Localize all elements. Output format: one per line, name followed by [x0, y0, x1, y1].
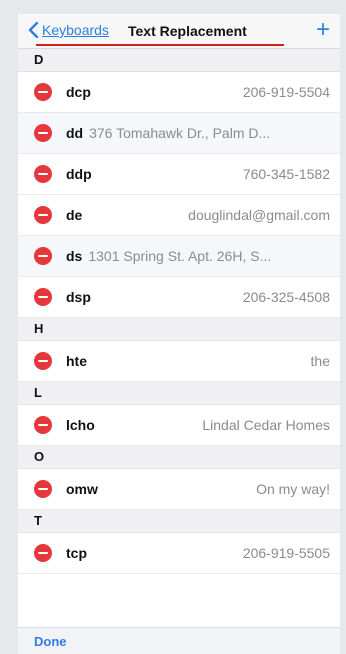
phrase-text: 760-345-1582 — [242, 166, 330, 182]
delete-minus-icon[interactable] — [34, 206, 52, 224]
delete-minus-icon[interactable] — [34, 480, 52, 498]
delete-minus-icon[interactable] — [34, 124, 52, 142]
annotation-underline — [36, 44, 284, 46]
shortcut-text: hte — [66, 353, 87, 369]
phrase-text: Lindal Cedar Homes — [202, 417, 330, 433]
shortcut-text: dcp — [66, 84, 91, 100]
list-item[interactable]: de douglindal@gmail.com — [18, 195, 340, 236]
navigation-bar: Keyboards Text Replacement + — [18, 14, 340, 49]
delete-minus-icon[interactable] — [34, 416, 52, 434]
bottom-toolbar: Done — [18, 627, 340, 654]
list-item[interactable]: tcp 206-919-5505 — [18, 533, 340, 574]
replacement-list: Ddcp 206-919-5504 dd 376 Tomahawk Dr., Palm… — [18, 49, 340, 574]
done-button[interactable]: Done — [34, 634, 67, 649]
shortcut-text: ds — [66, 248, 83, 264]
phrase-text: 206-919-5504 — [242, 84, 330, 100]
section-header: H — [18, 318, 340, 341]
phrase-text: 1301 Spring St. Apt. 26H, S... — [88, 248, 272, 264]
section-header: L — [18, 382, 340, 405]
phrase-text: On my way! — [256, 481, 330, 497]
phrase-text: 376 Tomahawk Dr., Palm D... — [89, 125, 271, 141]
back-button[interactable]: Keyboards — [28, 22, 109, 38]
delete-minus-icon[interactable] — [34, 165, 52, 183]
list-item[interactable]: hte the — [18, 341, 340, 382]
list-item[interactable]: dsp 206-325-4508 — [18, 277, 340, 318]
page-title: Text Replacement — [128, 23, 247, 39]
list-item[interactable]: omw On my way! — [18, 469, 340, 510]
shortcut-text: lcho — [66, 417, 95, 433]
shortcut-text: omw — [66, 481, 98, 497]
shortcut-text: dsp — [66, 289, 91, 305]
list-item[interactable]: dd 376 Tomahawk Dr., Palm D... — [18, 113, 340, 154]
delete-minus-icon[interactable] — [34, 352, 52, 370]
shortcut-text: de — [66, 207, 83, 223]
list-item[interactable]: ds 1301 Spring St. Apt. 26H, S... — [18, 236, 340, 277]
delete-minus-icon[interactable] — [34, 83, 52, 101]
phrase-text: 206-325-4508 — [242, 289, 330, 305]
list-item[interactable]: ddp 760-345-1582 — [18, 154, 340, 195]
delete-minus-icon[interactable] — [34, 544, 52, 562]
chevron-left-icon — [28, 22, 39, 38]
shortcut-text: ddp — [66, 166, 92, 182]
phrase-text: 206-919-5505 — [242, 545, 330, 561]
shortcut-text: tcp — [66, 545, 87, 561]
phrase-text: the — [310, 353, 330, 369]
add-button[interactable]: + — [316, 16, 330, 44]
back-label: Keyboards — [42, 22, 109, 38]
list-item[interactable]: lcho Lindal Cedar Homes — [18, 405, 340, 446]
phone-screen: Keyboards Text Replacement + Ddcp 206-919… — [18, 14, 340, 654]
section-header: D — [18, 49, 340, 72]
delete-minus-icon[interactable] — [34, 288, 52, 306]
shortcut-text: dd — [66, 125, 84, 141]
delete-minus-icon[interactable] — [34, 247, 52, 265]
list-item[interactable]: dcp 206-919-5504 — [18, 72, 340, 113]
section-header: T — [18, 510, 340, 533]
phrase-text: douglindal@gmail.com — [188, 207, 330, 223]
section-header: O — [18, 446, 340, 469]
